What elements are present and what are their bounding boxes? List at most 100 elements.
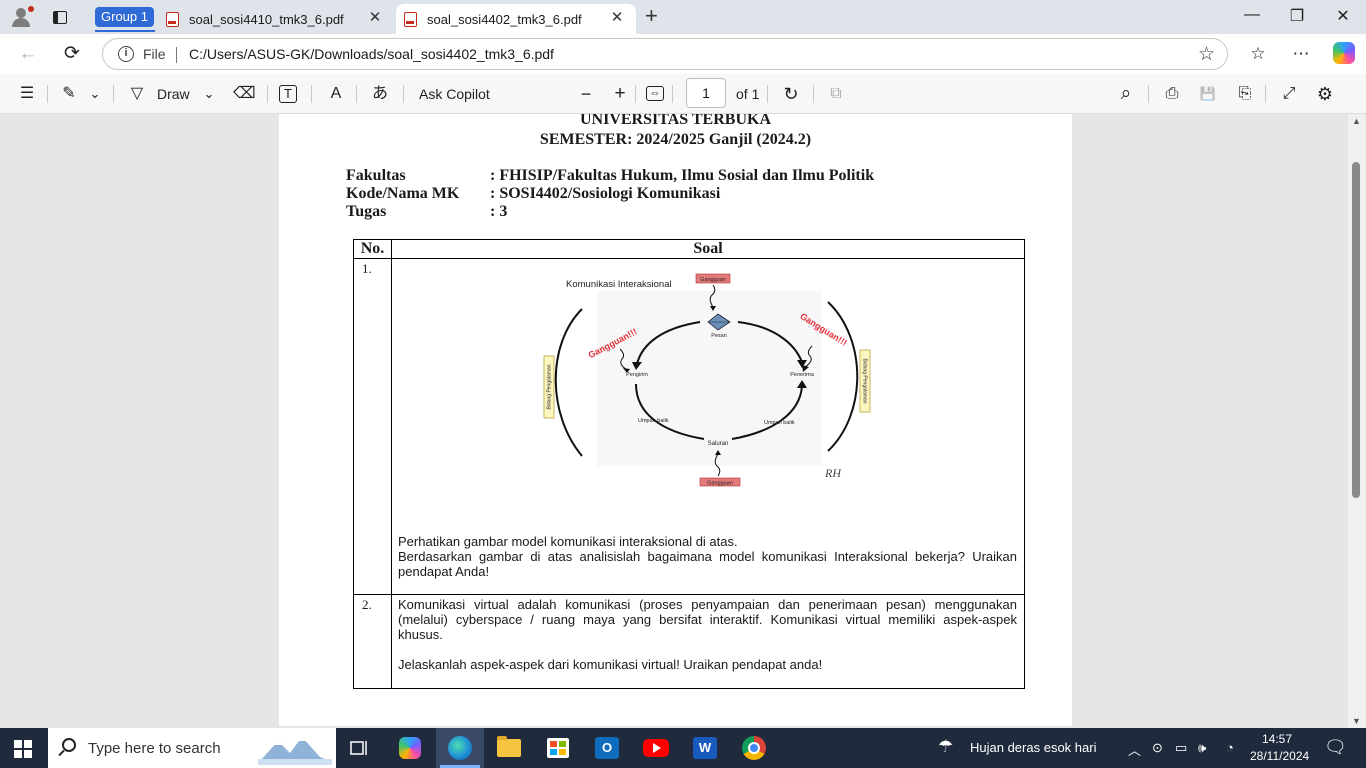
- search-icon[interactable]: ⌕: [1115, 83, 1137, 105]
- highlight-icon[interactable]: ✎: [58, 83, 80, 105]
- notifications-icon[interactable]: 🗨: [1324, 737, 1347, 758]
- message-label: Pesan: [711, 333, 727, 339]
- table-row: 1. Komunikasi Interaksional Gangguan Pes…: [353, 258, 1025, 595]
- tab-actions-icon[interactable]: [48, 5, 72, 29]
- scrollbar-thumb[interactable]: [1352, 162, 1360, 498]
- scroll-down-arrow-icon[interactable]: ▼: [1352, 716, 1361, 726]
- outlook-icon[interactable]: O: [593, 734, 621, 762]
- question-line: Komunikasi virtual adalah komunikasi (pr…: [398, 597, 1017, 642]
- zoom-in-icon[interactable]: +: [609, 83, 631, 105]
- minimize-button[interactable]: —: [1242, 6, 1262, 24]
- sender-label: Pengirim: [626, 372, 648, 378]
- tab-group-label[interactable]: Group 1: [95, 7, 154, 27]
- restore-button[interactable]: ❐: [1287, 6, 1307, 26]
- chrome-icon[interactable]: [740, 734, 768, 762]
- weather-text[interactable]: Hujan deras esok hari: [970, 740, 1096, 755]
- youtube-icon[interactable]: [642, 734, 670, 762]
- translate-icon[interactable]: あ: [369, 83, 391, 105]
- scroll-up-arrow-icon[interactable]: ▲: [1352, 116, 1361, 126]
- meta-value: : 3: [490, 203, 508, 220]
- fullscreen-icon[interactable]: ⤢: [1278, 83, 1300, 105]
- vertical-scrollbar[interactable]: ▲ ▼: [1348, 114, 1366, 728]
- print-icon[interactable]: ⎙: [1161, 83, 1183, 105]
- file-explorer-icon[interactable]: [495, 734, 523, 762]
- field-label-right: Bidang Pengalaman: [862, 358, 868, 403]
- chevron-down-icon[interactable]: ⌄: [198, 83, 220, 105]
- erase-icon[interactable]: ⌫: [233, 83, 256, 105]
- edge-browser-icon[interactable]: [446, 734, 474, 762]
- tab-soal-sosi4410[interactable]: soal_sosi4410_tmk3_6.pdf ✕: [158, 4, 394, 34]
- copilot-taskbar-icon[interactable]: [396, 734, 424, 762]
- divider: [672, 85, 673, 103]
- battery-icon[interactable]: ▭: [1175, 740, 1187, 756]
- address-bar-row: ← ⟳ i File C:/Users/ASUS-GK/Downloads/so…: [0, 34, 1366, 74]
- windows-taskbar: Type here to search O W ☂ Hujan deras es…: [0, 728, 1366, 768]
- tab-title: soal_sosi4410_tmk3_6.pdf: [189, 11, 344, 27]
- zoom-out-icon[interactable]: −: [575, 83, 597, 105]
- page-number-input[interactable]: 1: [686, 78, 726, 108]
- meta-value: : SOSI4402/Sosiologi Komunikasi: [490, 185, 721, 202]
- microsoft-store-icon[interactable]: [544, 734, 572, 762]
- favorites-icon[interactable]: ☆: [1247, 43, 1269, 65]
- settings-gear-icon[interactable]: ⚙: [1314, 83, 1336, 105]
- search-placeholder: Type here to search: [88, 740, 221, 757]
- chevron-down-icon[interactable]: ⌄: [84, 83, 106, 105]
- save-as-icon[interactable]: ⎘: [1234, 83, 1256, 105]
- wifi-icon[interactable]: ◔: [1226, 740, 1234, 755]
- file-scheme-label: File: [143, 46, 166, 62]
- question-text: Perhatikan gambar model komunikasi inter…: [398, 534, 1017, 579]
- clock-date[interactable]: 28/11/2024: [1250, 749, 1309, 763]
- refresh-button[interactable]: ⟳: [60, 42, 84, 66]
- address-input[interactable]: i File C:/Users/ASUS-GK/Downloads/soal_s…: [102, 38, 1228, 70]
- new-tab-button[interactable]: +: [645, 5, 658, 27]
- rotate-icon[interactable]: ↻: [780, 83, 802, 105]
- more-menu-icon[interactable]: ⋯: [1290, 43, 1312, 65]
- fit-width-icon[interactable]: ⇔: [646, 86, 664, 101]
- read-aloud-icon[interactable]: A: [325, 83, 347, 105]
- tab-soal-sosi4402[interactable]: soal_sosi4402_tmk3_6.pdf ✕: [396, 4, 636, 34]
- save-icon[interactable]: 💾: [1197, 83, 1219, 105]
- divider: [403, 85, 404, 103]
- clock-time[interactable]: 14:57: [1262, 732, 1292, 746]
- text-box-icon[interactable]: T: [279, 85, 297, 103]
- divider: [47, 85, 48, 103]
- divider: [1265, 85, 1266, 103]
- feedback-label-right: Umpan balik: [764, 420, 795, 426]
- network-status-icon[interactable]: ⊙: [1152, 740, 1163, 756]
- close-window-button[interactable]: ✕: [1333, 6, 1353, 26]
- page-count-label: of 1: [736, 86, 760, 102]
- favorite-star-icon[interactable]: ☆: [1198, 43, 1215, 66]
- profile-avatar-icon[interactable]: [10, 5, 34, 29]
- site-info-icon[interactable]: i: [118, 46, 134, 62]
- taskbar-search-box[interactable]: Type here to search: [48, 728, 336, 768]
- url-text[interactable]: C:/Users/ASUS-GK/Downloads/soal_sosi4402…: [189, 46, 554, 62]
- meta-label: Kode/Nama MK: [346, 185, 460, 202]
- weather-rain-icon[interactable]: ☂: [938, 737, 953, 757]
- question-line: Berdasarkan gambar di atas analisislah b…: [398, 549, 1017, 579]
- task-view-icon[interactable]: [346, 734, 374, 762]
- close-tab-icon[interactable]: ✕: [366, 9, 384, 27]
- contents-icon[interactable]: ☰: [16, 83, 38, 105]
- interactional-communication-diagram: Komunikasi Interaksional Gangguan Pesan …: [543, 273, 871, 487]
- divider: [311, 85, 312, 103]
- chevron-up-icon[interactable]: ︿: [1128, 740, 1141, 759]
- pdf-page: UNIVERSITAS TERBUKA SEMESTER: 2024/2025 …: [279, 114, 1072, 726]
- two-page-view-icon[interactable]: ⧉: [825, 83, 847, 105]
- volume-icon[interactable]: 🕪: [1198, 740, 1206, 756]
- divider: [1148, 85, 1149, 103]
- pdf-toolbar: ☰ ✎ ⌄ ▽ Draw ⌄ ⌫ T A あ Ask Copilot − + ⇔…: [0, 74, 1366, 114]
- pdf-viewer[interactable]: UNIVERSITAS TERBUKA SEMESTER: 2024/2025 …: [0, 114, 1348, 728]
- draw-button[interactable]: Draw: [157, 83, 190, 105]
- windows-start-icon[interactable]: [14, 740, 32, 758]
- draw-icon[interactable]: ▽: [126, 83, 148, 105]
- column-header-soal: Soal: [391, 239, 1025, 259]
- divider: [267, 85, 268, 103]
- back-button[interactable]: ←: [16, 42, 40, 66]
- word-icon[interactable]: W: [691, 734, 719, 762]
- divider: [635, 85, 636, 103]
- copilot-icon[interactable]: [1333, 42, 1355, 64]
- close-tab-icon[interactable]: ✕: [608, 9, 626, 27]
- ask-copilot-button[interactable]: Ask Copilot: [419, 83, 490, 105]
- field-of-experience-arc-left: [554, 308, 583, 457]
